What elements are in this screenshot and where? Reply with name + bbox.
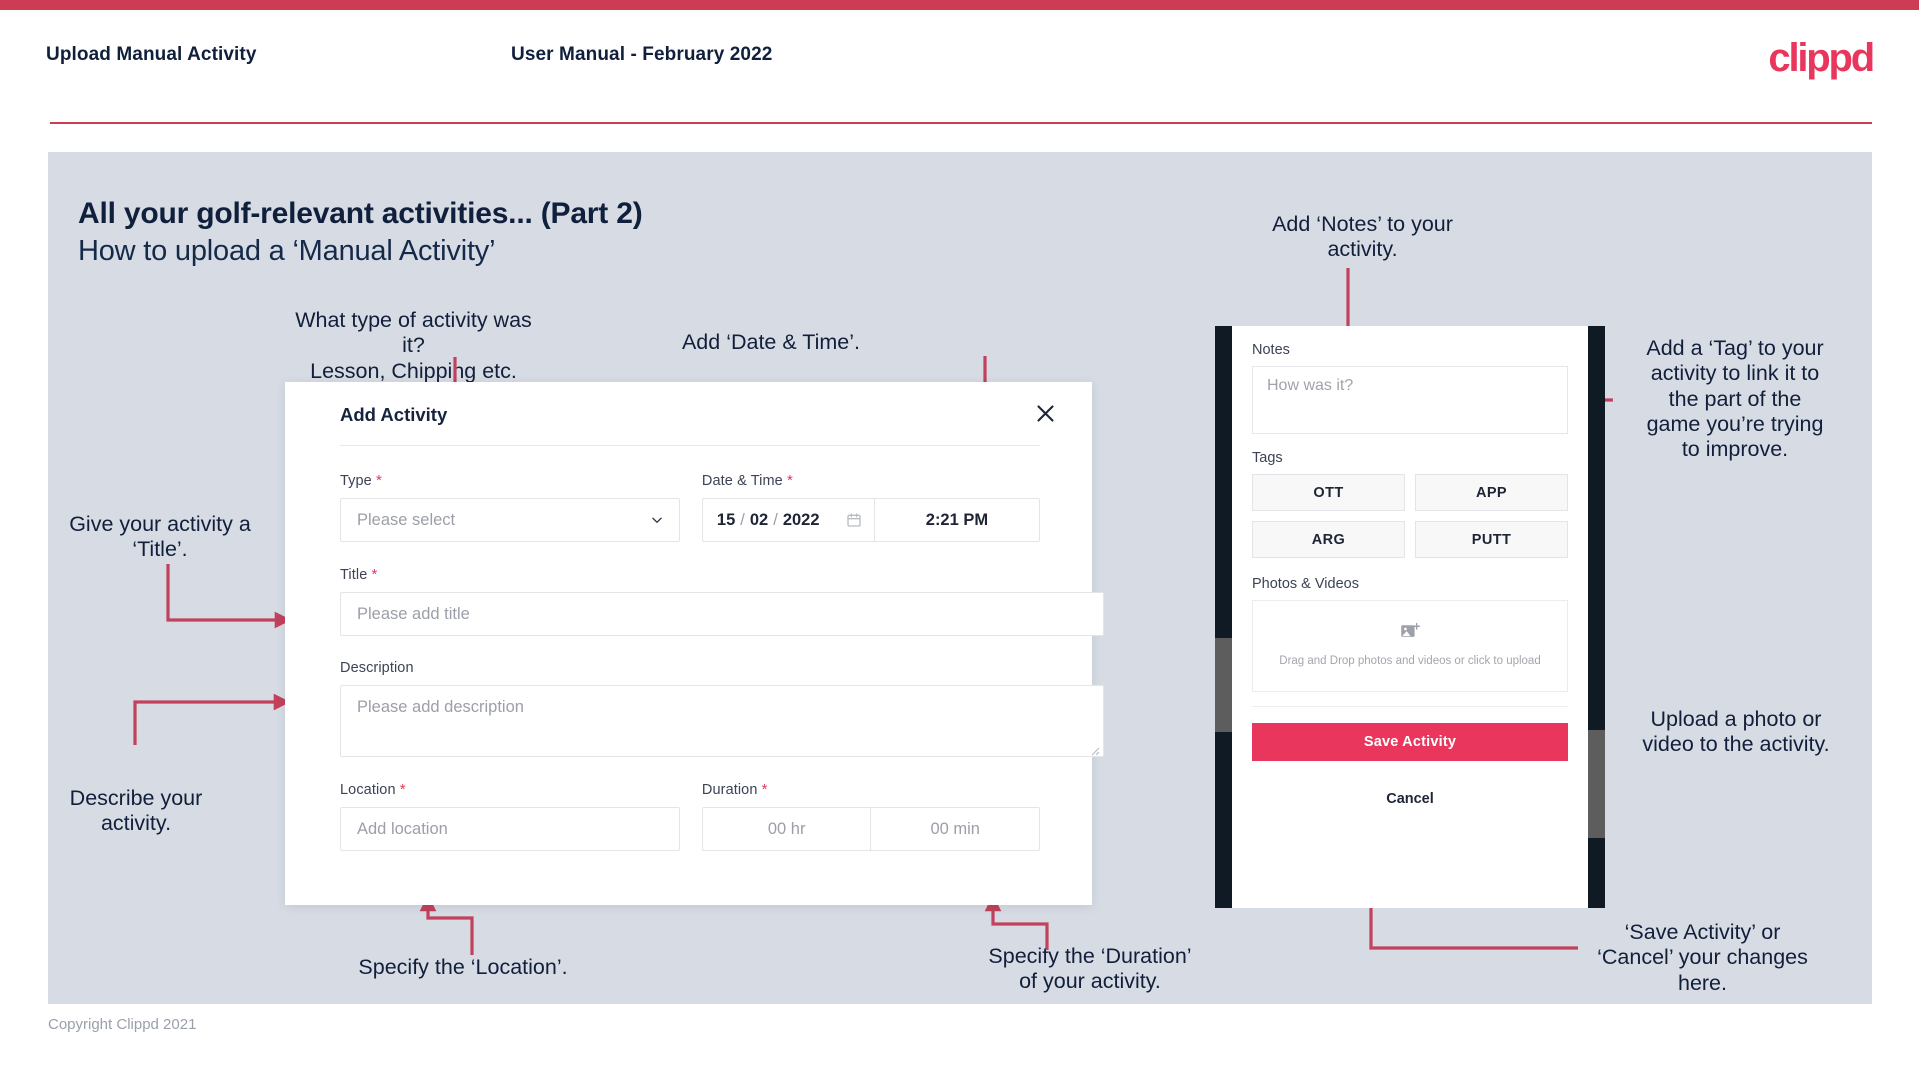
slide-title: All your golf-relevant activities... (Pa… (78, 197, 643, 230)
field-datetime-label-text: Date & Time (701, 473, 783, 489)
date-input[interactable]: 15 / 02 / 2022 (703, 499, 875, 541)
date-day: 15 (716, 510, 736, 529)
date-separator: / (773, 510, 778, 529)
top-accent-bar (0, 0, 1919, 10)
add-activity-dialog: Add Activity Type * Please select Date &… (285, 382, 1104, 905)
dialog-title: Add Activity (340, 404, 448, 425)
notes-placeholder: How was it? (1267, 377, 1354, 394)
tag-button-putt[interactable]: PUTT (1415, 521, 1568, 558)
tag-button-arg[interactable]: ARG (1252, 521, 1405, 558)
field-type-label-text: Type (340, 473, 372, 489)
phone-mockup: Notes How was it? Tags OTT APP ARG PUTT … (1215, 326, 1605, 908)
location-input[interactable]: Add location (340, 807, 680, 851)
notes-textarea[interactable]: How was it? (1252, 366, 1568, 434)
slide-subtitle: How to upload a ‘Manual Activity’ (78, 235, 496, 267)
tags-grid: OTT APP ARG PUTT (1252, 474, 1568, 558)
description-textarea[interactable]: Please add description (340, 685, 1104, 757)
close-icon[interactable] (1028, 396, 1062, 430)
volume-button (1215, 638, 1232, 732)
duration-minutes-input[interactable]: 00 min (871, 808, 1039, 850)
date-separator: / (740, 510, 745, 529)
annotation-save-cancel: ‘Save Activity’ or ‘Cancel’ your changes h… (1597, 920, 1808, 995)
annotation-notes: Add ‘Notes’ to your activity. (1272, 212, 1453, 262)
notes-label: Notes (1252, 342, 1290, 358)
clippd-logo: clippd (1768, 36, 1875, 80)
field-title-label-text: Title (340, 567, 368, 583)
duration-control: 00 hr 00 min (701, 807, 1040, 851)
required-asterisk: * (761, 781, 768, 798)
page-title: Upload Manual Activity (46, 44, 257, 65)
field-location-label-text: Location (340, 782, 396, 798)
tags-label: Tags (1252, 450, 1283, 466)
calendar-icon[interactable] (846, 512, 862, 529)
phone-screen: Notes How was it? Tags OTT APP ARG PUTT … (1232, 326, 1588, 908)
required-asterisk: * (375, 472, 382, 489)
annotation-datetime: Add ‘Date & Time’. (681, 330, 861, 354)
field-description-label: Description (340, 660, 1104, 676)
annotation-location: Specify the ‘Location’. (358, 955, 568, 979)
dropzone-text: Drag and Drop photos and videos or click… (1279, 655, 1541, 668)
phone-bezel-left (1215, 326, 1232, 908)
annotation-title: Give your activity a ‘Title’. (69, 512, 251, 562)
field-description-label-text: Description (340, 660, 414, 676)
field-datetime-label: Date & Time * (702, 472, 1040, 489)
type-select-placeholder: Please select (357, 510, 456, 529)
title-input[interactable]: Please add title (340, 592, 1104, 636)
form-row-type-datetime: Type * Please select Date & Time * 15 / … (340, 472, 1040, 542)
dialog-divider (340, 445, 1040, 446)
resize-handle-icon[interactable] (1088, 742, 1100, 756)
photos-videos-label: Photos & Videos (1252, 576, 1359, 592)
activity-form: Type * Please select Date & Time * 15 / … (340, 472, 1104, 851)
chevron-down-icon (650, 513, 664, 527)
field-datetime: Date & Time * 15 / 02 / 2022 2:21 PM (701, 472, 1040, 542)
datetime-control: 15 / 02 / 2022 2:21 PM (701, 498, 1040, 542)
field-title: Title * Please add title (340, 566, 1104, 636)
annotation-tags: Add a ‘Tag’ to your activity to link it t… (1646, 336, 1824, 462)
field-duration-label-text: Duration (701, 782, 758, 798)
cancel-button[interactable]: Cancel (1252, 791, 1568, 807)
field-location: Location * Add location (340, 781, 680, 851)
field-type: Type * Please select (340, 472, 680, 542)
field-duration: Duration * 00 hr 00 min (701, 781, 1040, 851)
description-placeholder: Please add description (357, 698, 524, 716)
slide-page: Upload Manual Activity User Manual - Feb… (0, 0, 1919, 1079)
annotation-photos: Upload a photo or video to the activity. (1642, 707, 1830, 757)
footer-copyright: Copyright Clippd 2021 (48, 1016, 197, 1033)
annotation-type: What type of activity was it? Lesson, Chi… (295, 308, 532, 383)
required-asterisk: * (399, 781, 406, 798)
phone-bezel-right (1588, 326, 1605, 908)
tag-button-app[interactable]: APP (1415, 474, 1568, 511)
time-input[interactable]: 2:21 PM (875, 499, 1039, 541)
photo-dropzone[interactable]: Drag and Drop photos and videos or click… (1252, 600, 1568, 692)
date-month: 02 (749, 510, 769, 529)
field-type-label: Type * (340, 472, 680, 489)
tag-button-ott[interactable]: OTT (1252, 474, 1405, 511)
add-image-icon (1400, 622, 1421, 646)
annotation-duration: Specify the ‘Duration’ of your activity. (988, 944, 1192, 994)
field-location-label: Location * (340, 781, 680, 798)
power-button (1588, 730, 1605, 838)
phone-divider (1252, 706, 1568, 707)
form-row-location-duration: Location * Add location Duration * 00 hr… (340, 781, 1040, 851)
field-duration-label: Duration * (702, 781, 1040, 798)
phone-content: Notes How was it? Tags OTT APP ARG PUTT … (1232, 326, 1588, 807)
required-asterisk: * (371, 566, 378, 583)
location-placeholder: Add location (357, 819, 448, 838)
save-activity-button[interactable]: Save Activity (1252, 723, 1568, 761)
required-asterisk: * (786, 472, 793, 489)
field-title-label: Title * (340, 566, 1104, 583)
header-divider (50, 122, 1872, 124)
header-subtitle: User Manual - February 2022 (511, 44, 773, 65)
dialog-header: Add Activity (285, 382, 1092, 445)
date-year: 2022 (782, 510, 820, 529)
title-input-placeholder: Please add title (357, 604, 470, 623)
field-description: Description Please add description (340, 660, 1104, 757)
type-select[interactable]: Please select (340, 498, 680, 542)
annotation-description: Describe your activity. (69, 786, 203, 836)
duration-hours-input[interactable]: 00 hr (703, 808, 872, 850)
